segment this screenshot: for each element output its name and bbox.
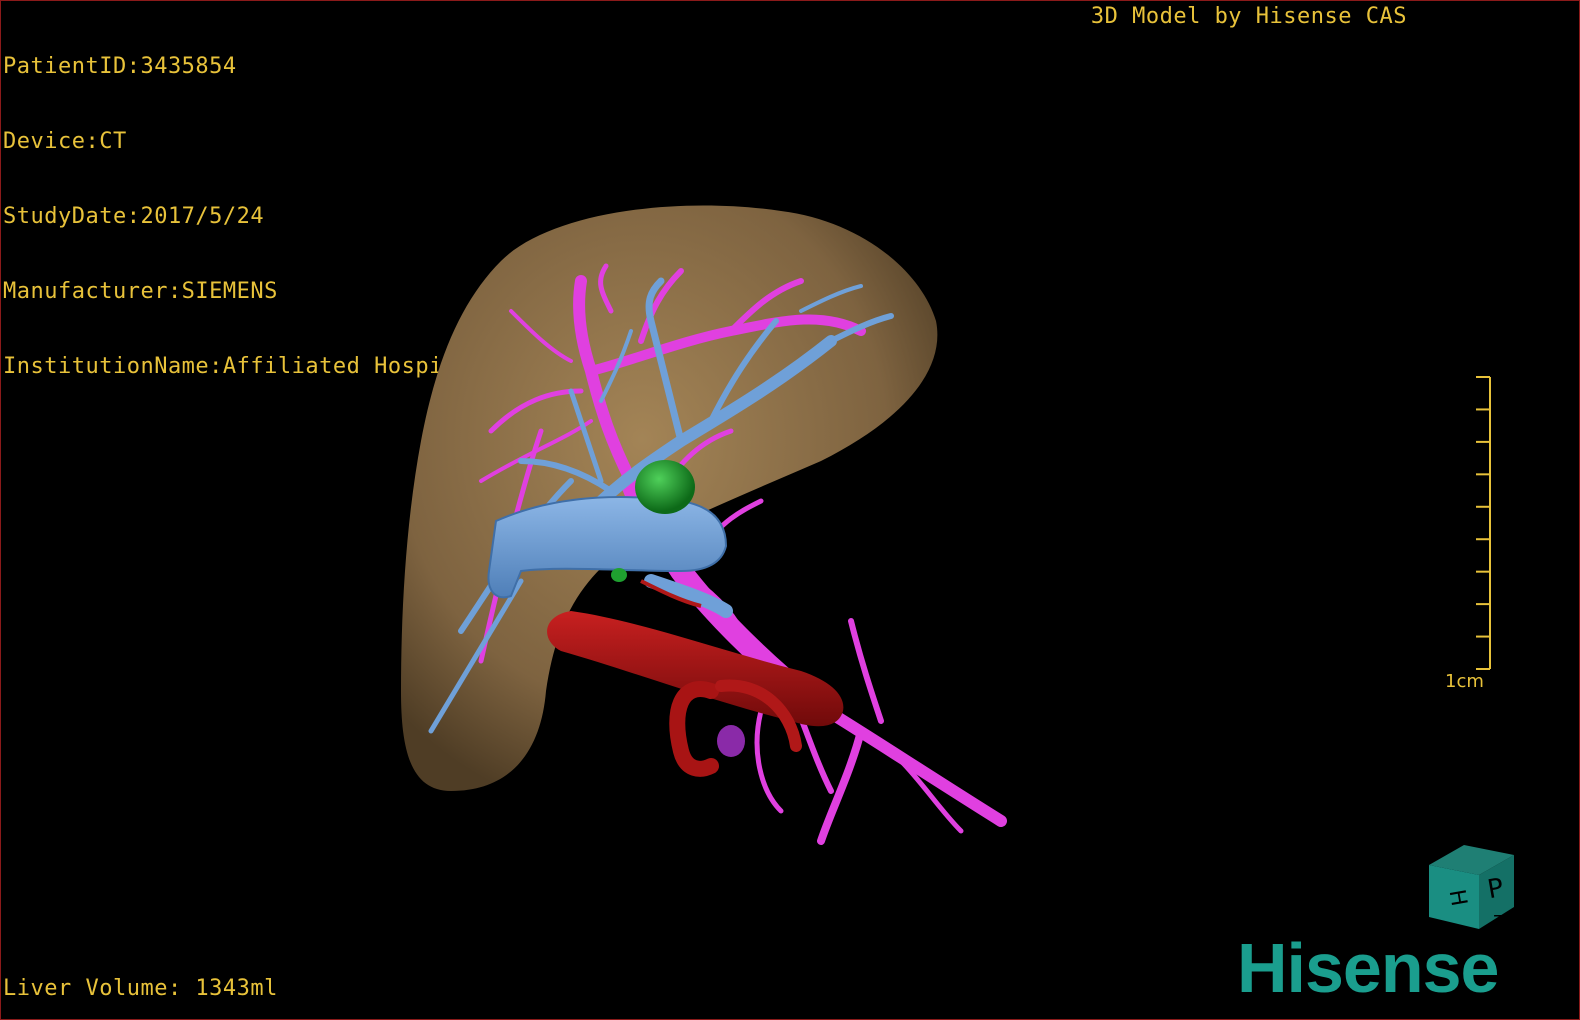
hisense-logo: Hisense [1237,929,1499,1007]
model-caption: 3D Model by Hisense CAS [1090,4,1407,29]
liver-volume: Liver Volume: 1343ml [3,976,278,1001]
device: Device:CT [3,129,127,154]
scale-bar-label: 1cm [1445,671,1484,692]
cube-face-l: L [1494,910,1504,931]
liver-3d-model[interactable] [381,191,1061,871]
3d-viewport[interactable]: PatientID:3435854 Device:CT StudyDate:20… [0,0,1580,1020]
artery [547,579,844,777]
gallbladder [635,460,695,514]
patient-id: PatientID:3435854 [3,54,237,79]
orientation-cube[interactable]: P H L [1419,837,1529,937]
scale-bar [1476,376,1491,670]
